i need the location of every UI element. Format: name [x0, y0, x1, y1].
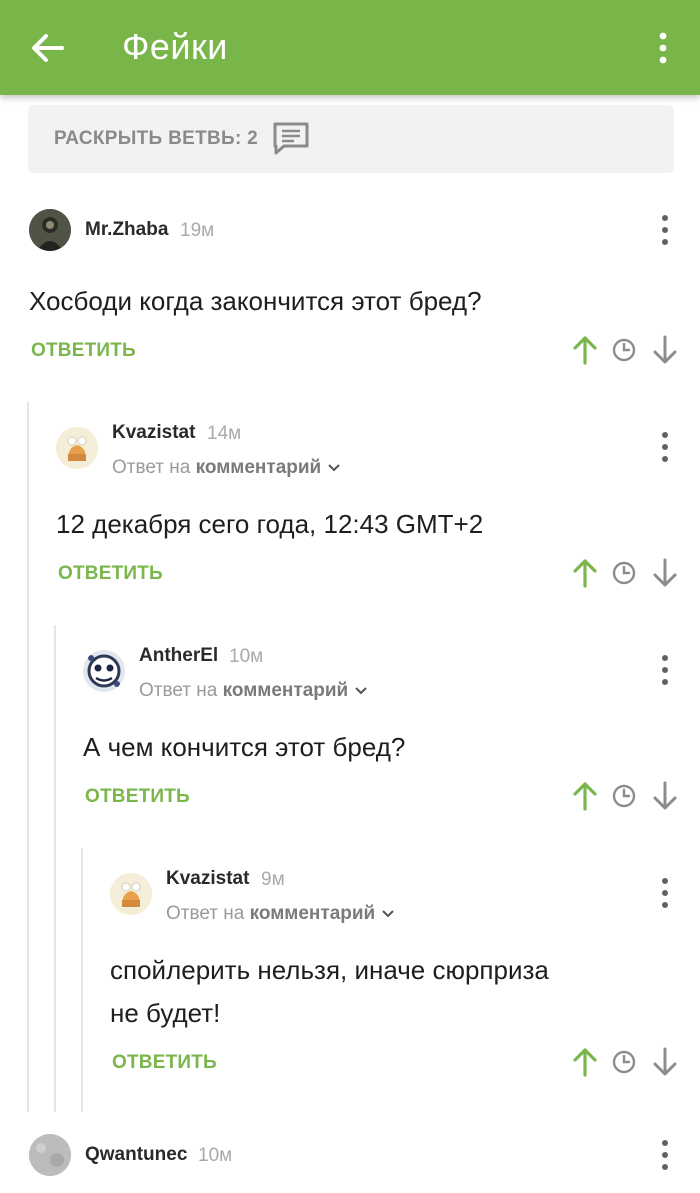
reply-button[interactable]: ОТВЕТИТЬ: [31, 340, 136, 362]
downvote-icon[interactable]: [653, 781, 677, 810]
comment-text-line: не будет!: [110, 998, 221, 1028]
app-bar: Фейки: [0, 0, 700, 95]
upvote-icon[interactable]: [573, 559, 597, 588]
thread-line-level-1: [27, 402, 29, 1112]
comment-author[interactable]: Kvazistat: [112, 422, 195, 444]
clock-icon[interactable]: [612, 561, 636, 585]
upvote-icon[interactable]: [573, 1048, 597, 1077]
arrow-back-icon[interactable]: [26, 28, 70, 68]
reply-to-prefix: Ответ на: [166, 903, 245, 924]
more-vert-icon[interactable]: [657, 1138, 673, 1172]
comments-icon: [273, 122, 309, 155]
comment-time: 9м: [261, 869, 285, 890]
thread-line-level-3: [81, 848, 83, 1112]
comment-author[interactable]: Mr.Zhaba: [85, 219, 168, 241]
reply-to-target: комментарий: [222, 680, 349, 701]
comment-author[interactable]: Kvazistat: [166, 868, 249, 890]
upvote-icon[interactable]: [573, 782, 597, 811]
comment-author[interactable]: AntherEl: [139, 645, 218, 667]
vote-controls: [573, 781, 677, 811]
more-vert-icon[interactable]: [648, 28, 678, 68]
avatar[interactable]: [29, 1134, 71, 1176]
comment-text-line: спойлерить нельзя, иначе сюрприза: [110, 955, 549, 985]
comment-text: 12 декабря сего года, 12:43 GMT+2: [56, 509, 484, 539]
chevron-down-icon: [327, 464, 340, 472]
comment-author[interactable]: Qwantunec: [85, 1144, 187, 1166]
more-vert-icon[interactable]: [657, 876, 673, 910]
expand-thread-label: РАСКРЫТЬ ВЕТВЬ: 2: [54, 128, 259, 149]
avatar[interactable]: [56, 427, 98, 469]
reply-to-link[interactable]: Ответ на комментарий: [139, 680, 368, 702]
avatar[interactable]: [29, 209, 71, 251]
reply-to-target: комментарий: [249, 903, 376, 924]
chevron-down-icon: [381, 910, 394, 918]
downvote-icon[interactable]: [653, 558, 677, 587]
reply-to-prefix: Ответ на: [112, 457, 191, 478]
reply-to-target: комментарий: [195, 457, 322, 478]
avatar-image: [83, 650, 125, 692]
more-vert-icon[interactable]: [657, 213, 673, 247]
clock-icon[interactable]: [612, 1050, 636, 1074]
avatar[interactable]: [83, 650, 125, 692]
avatar-image: [56, 427, 98, 469]
expand-thread-button[interactable]: РАСКРЫТЬ ВЕТВЬ: 2: [28, 105, 674, 173]
page-title: Фейки: [122, 26, 228, 67]
chevron-down-icon: [354, 687, 367, 695]
downvote-icon[interactable]: [653, 335, 677, 364]
avatar-image: [29, 1134, 71, 1176]
comment-text: Хосбоди когда закончится этот бред?: [29, 286, 482, 316]
reply-to-link[interactable]: Ответ на комментарий: [112, 457, 341, 479]
comment-time: 10м: [229, 646, 264, 667]
vote-controls: [573, 558, 677, 588]
upvote-icon[interactable]: [573, 336, 597, 365]
avatar-image: [110, 873, 152, 915]
avatar-image: [29, 209, 71, 251]
downvote-icon[interactable]: [653, 1047, 677, 1076]
reply-button[interactable]: ОТВЕТИТЬ: [58, 563, 163, 585]
comment-text: А чем кончится этот бред?: [83, 732, 406, 762]
comment-time: 14м: [207, 423, 242, 444]
reply-button[interactable]: ОТВЕТИТЬ: [112, 1052, 217, 1074]
comment-time: 10м: [198, 1145, 233, 1166]
avatar[interactable]: [110, 873, 152, 915]
more-vert-icon[interactable]: [657, 430, 673, 464]
vote-controls: [573, 1047, 677, 1077]
vote-controls: [573, 335, 677, 365]
reply-button[interactable]: ОТВЕТИТЬ: [85, 786, 190, 808]
reply-to-prefix: Ответ на: [139, 680, 218, 701]
clock-icon[interactable]: [612, 784, 636, 808]
reply-to-link[interactable]: Ответ на комментарий: [166, 903, 395, 925]
clock-icon[interactable]: [612, 338, 636, 362]
thread-line-level-2: [54, 625, 56, 1112]
comment-time: 19м: [180, 220, 215, 241]
more-vert-icon[interactable]: [657, 653, 673, 687]
